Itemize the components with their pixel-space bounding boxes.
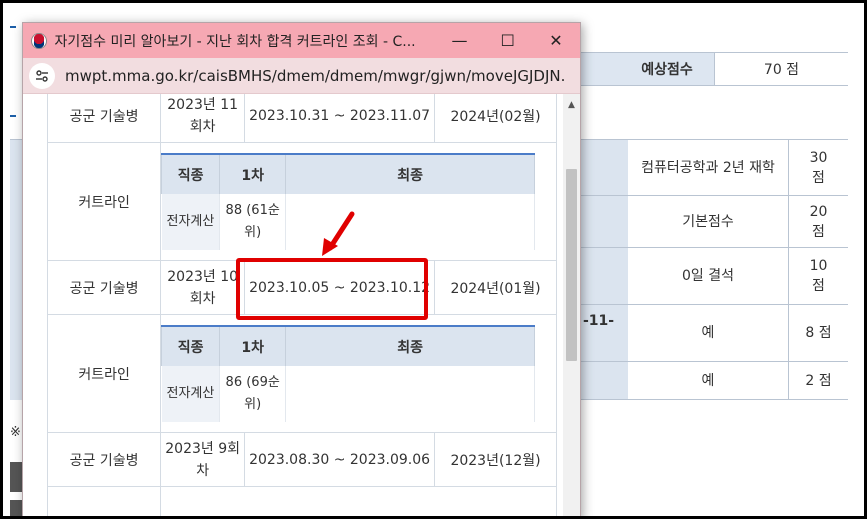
cutline-table: 직종 1차 최종 전자계산 86 (69순위): [161, 325, 536, 422]
round-cell: 2023년 10회차: [160, 260, 246, 315]
enlist-cell: 2024년(01월): [434, 260, 557, 315]
enlist-cell: 2023년(12월): [434, 432, 557, 487]
round-cell: 2023년 11회차: [160, 94, 246, 143]
score-value: 8 점: [788, 305, 848, 361]
score-value: 20 점: [788, 196, 848, 247]
scroll-up-icon[interactable]: ▲: [563, 94, 580, 116]
table-row: 공군 기술병 2023년 9회차 2023.08.30 ~ 2023.09.06…: [46, 432, 557, 487]
cutline-label: 커트라인: [46, 142, 162, 261]
header-final: 최종: [285, 153, 536, 194]
category-cell: 공군 기술병: [46, 432, 162, 487]
final-cutline-cell: [285, 366, 536, 422]
section-marker: [10, 26, 16, 28]
table-row: 전자계산 86 (69순위): [161, 366, 536, 422]
address-bar[interactable]: mwpt.mma.go.kr/caisBMHS/dmem/dmem/mwgr/g…: [23, 58, 580, 94]
url-text: mwpt.mma.go.kr/caisBMHS/dmem/dmem/mwgr/g…: [65, 66, 565, 85]
expected-score-label: 예상점수: [580, 53, 714, 85]
score-value: 2 점: [788, 362, 848, 399]
category-cell: 공군 기술병: [46, 260, 162, 315]
maximize-button[interactable]: ☐: [484, 23, 532, 58]
table-row: 공군 기술병 2023년 11회차 2023.10.31 ~ 2023.11.0…: [46, 94, 557, 143]
expected-score-value: 70 점: [714, 53, 848, 85]
taegeuk-icon: [31, 32, 47, 49]
score-table: 컴퓨터공학과 2년 재학 30 점 기본점수 20 점 0일 결석 10 점 예…: [580, 139, 848, 400]
table-row: 커트라인 직종 1차 최종 전자계산 86 (69순위): [46, 314, 557, 433]
highlight-box: [236, 258, 428, 320]
enlist-cell: 2024년(02월): [434, 94, 557, 143]
table-row: 예 8 점: [580, 305, 848, 362]
date-fragment: -11-: [583, 313, 615, 329]
score-value: 30 점: [788, 140, 848, 195]
job-cell: 전자계산: [161, 366, 221, 422]
table-row: 기본점수 20 점: [580, 196, 848, 248]
header-job: 직종: [161, 325, 221, 366]
period-cell: 2023.08.30 ~ 2023.09.06: [244, 432, 436, 487]
score-item: 0일 결석: [682, 268, 734, 284]
score-item: 컴퓨터공학과 2년 재학: [641, 159, 775, 176]
header-job: 직종: [161, 153, 221, 194]
minimize-button[interactable]: —: [435, 23, 483, 58]
scroll-thumb[interactable]: [566, 169, 577, 361]
vertical-scrollbar[interactable]: ▲: [563, 94, 580, 518]
round-cell: 2023년 9회차: [160, 432, 246, 487]
period-cell: 2023.10.31 ~ 2023.11.07: [244, 94, 436, 143]
first-cutline-cell: 88 (61순위): [219, 194, 287, 250]
table-row: [46, 486, 557, 518]
score-item: 기본점수: [682, 213, 734, 230]
close-button[interactable]: ✕: [532, 23, 580, 58]
cutline-label: 커트라인: [46, 314, 162, 433]
site-settings-icon[interactable]: [29, 62, 55, 89]
header-final: 최종: [285, 325, 536, 366]
table-row: 컴퓨터공학과 2년 재학 30 점: [580, 140, 848, 196]
table-row: 0일 결석 10 점: [580, 248, 848, 305]
annotation-arrow-icon: [322, 211, 355, 256]
header-first: 1차: [219, 153, 287, 194]
category-cell: 공군 기술병: [46, 94, 162, 143]
header-first: 1차: [219, 325, 287, 366]
table-row: 예 2 점: [580, 362, 848, 400]
score-value: 10 점: [788, 248, 848, 304]
job-cell: 전자계산: [161, 194, 221, 250]
section-marker: [10, 115, 16, 117]
table-row: 커트라인 직종 1차 최종 전자계산 88 (61순위): [46, 142, 557, 261]
score-item: 예: [701, 372, 715, 389]
window-title: 자기점수 미리 알아보기 - 지난 회차 합격 커트라인 조회 - C...: [54, 33, 416, 50]
score-item: 예: [701, 325, 715, 341]
title-bar[interactable]: 자기점수 미리 알아보기 - 지난 회차 합격 커트라인 조회 - C... —…: [23, 23, 580, 58]
note-mark: ※: [10, 425, 21, 440]
expected-score-table: 예상점수 70 점: [580, 52, 848, 86]
first-cutline-cell: 86 (69순위): [219, 366, 287, 422]
